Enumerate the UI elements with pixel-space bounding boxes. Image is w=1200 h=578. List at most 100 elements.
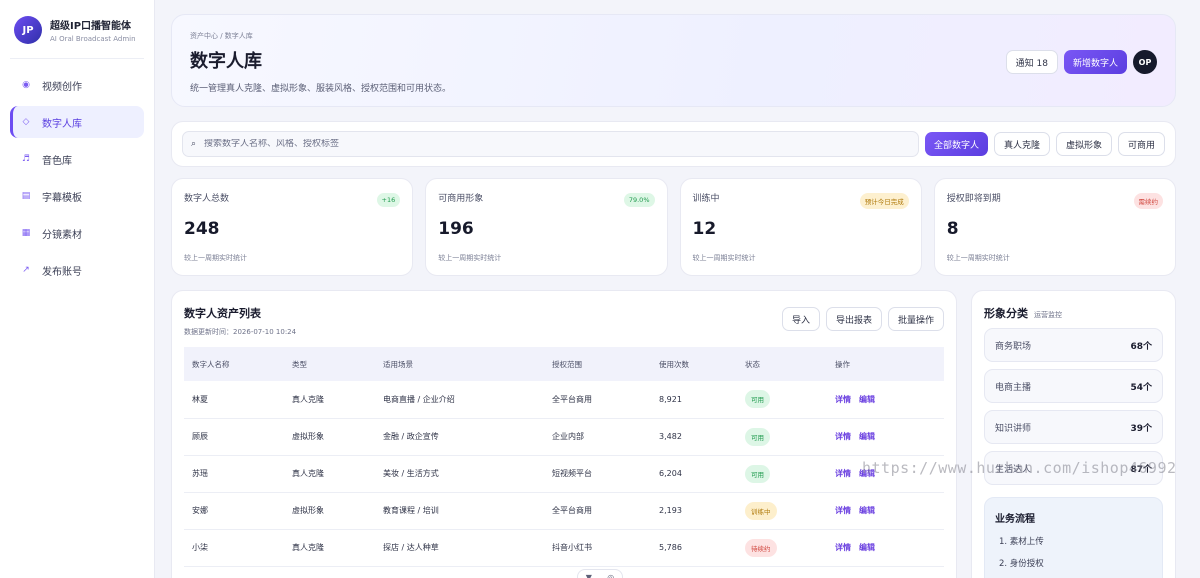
batch-operation-button[interactable]: 批量操作 [887, 307, 944, 331]
edit-link[interactable]: 编辑 [859, 432, 875, 441]
column-header-scene[interactable]: 适用场景 [375, 347, 544, 381]
stat-card-expiring: 授权即将到期 需续约 8 较上一周期实时统计 [933, 178, 1176, 276]
column-header-name[interactable]: 数字人名称 [184, 347, 284, 381]
category-name: 电商主播 [995, 382, 1032, 393]
filter-virtual-avatar[interactable]: 虚拟形象 [1055, 132, 1112, 156]
cell-name: 顾辰 [184, 418, 284, 456]
notifications-button[interactable]: 通知 18 [1005, 50, 1058, 74]
detail-link[interactable]: 详情 [835, 432, 851, 441]
status-badge: 预计今日完成 [859, 193, 909, 209]
category-item[interactable]: 生活达人 87个 [984, 451, 1163, 485]
import-button[interactable]: 导入 [781, 307, 820, 331]
edit-link[interactable]: 编辑 [859, 543, 875, 552]
stat-value: 196 [438, 219, 474, 239]
stat-value: 248 [184, 219, 220, 239]
sidebar-item-subtitle-templates[interactable]: ▤ 字幕模板 [10, 180, 144, 212]
search-box: ⌕ [182, 131, 919, 157]
workflow-title: 业务流程 [995, 514, 1035, 525]
table-header-row: 数字人名称 类型 适用场景 授权范围 使用次数 状态 操作 [184, 347, 944, 381]
sidebar-item-video-creation[interactable]: ◉ 视频创作 [10, 69, 144, 101]
workflow-panel: 业务流程 1. 素材上传 2. 身份授权 [984, 497, 1163, 578]
sidebar-item-digital-human-library[interactable]: ◇ 数字人库 [10, 106, 144, 138]
table-row[interactable]: 安娜 虚拟形象 教育课程 / 培训 全平台商用 2,193 训练中 详情 编辑 [184, 492, 944, 530]
table-row[interactable]: 顾辰 虚拟形象 金融 / 政企宣传 企业内部 3,482 可用 详情 编辑 [184, 418, 944, 456]
cell-uses: 6,204 [651, 455, 737, 493]
scroll-control: ▼ ◎ [577, 569, 623, 578]
sidebar-item-label: 发布账号 [42, 266, 82, 278]
brand-name: 超级IP口播智能体 [50, 21, 132, 32]
cell-scope: 企业内部 [544, 418, 651, 456]
sidebar-item-label: 字幕模板 [42, 192, 82, 204]
cell-scope: 全平台商用 [544, 492, 651, 530]
stat-label: 可商用形象 [438, 194, 484, 204]
grid-icon: ▦ [21, 228, 31, 238]
sidebar-item-label: 视频创作 [42, 81, 82, 93]
target-icon[interactable]: ◎ [607, 573, 614, 578]
category-panel: 形象分类 运营监控 商务职场 68个 电商主播 54个 知识讲师 39个 生活达… [971, 290, 1176, 578]
category-name: 知识讲师 [995, 423, 1032, 434]
record-icon: ◉ [22, 80, 30, 90]
cell-uses: 8,921 [651, 381, 737, 419]
filter-commercial[interactable]: 可商用 [1117, 132, 1165, 156]
column-header-scope[interactable]: 授权范围 [544, 347, 651, 381]
category-item[interactable]: 电商主播 54个 [984, 369, 1163, 403]
stat-cards: 数字人总数 +16 248 较上一周期实时统计 可商用形象 79.0% 196 … [171, 178, 1176, 276]
page-description: 统一管理真人克隆、虚拟形象、服装风格、授权范围和可用状态。 [190, 84, 452, 94]
brand-subtitle: AI Oral Broadcast Admin [50, 35, 136, 43]
cell-scope: 抖音小红书 [544, 529, 651, 567]
table-row[interactable]: 林夏 真人克隆 电商直播 / 企业介绍 全平台商用 8,921 可用 详情 编辑 [184, 381, 944, 419]
export-report-button[interactable]: 导出报表 [825, 307, 882, 331]
column-header-actions: 操作 [827, 347, 944, 381]
cell-uses: 2,193 [651, 492, 737, 530]
cell-type: 真人克隆 [284, 455, 375, 493]
asset-table: 数字人名称 类型 适用场景 授权范围 使用次数 状态 操作 林夏 真人克隆 电商… [184, 347, 944, 567]
category-count: 39个 [1130, 423, 1152, 434]
stat-value: 8 [946, 219, 959, 239]
column-header-status[interactable]: 状态 [737, 347, 827, 381]
cell-type: 虚拟形象 [284, 492, 375, 530]
add-digital-human-button[interactable]: 新增数字人 [1063, 50, 1127, 74]
status-badge: +16 [376, 193, 401, 207]
stat-label: 数字人总数 [184, 194, 230, 204]
filter-real-clone[interactable]: 真人克隆 [993, 132, 1050, 156]
column-header-uses[interactable]: 使用次数 [651, 347, 737, 381]
category-count: 54个 [1130, 382, 1152, 393]
detail-link[interactable]: 详情 [835, 395, 851, 404]
edit-link[interactable]: 编辑 [859, 506, 875, 515]
edit-link[interactable]: 编辑 [859, 469, 875, 478]
stat-value: 12 [692, 219, 717, 239]
table-row[interactable]: 苏瑶 真人克隆 美妆 / 生活方式 短视频平台 6,204 可用 详情 编辑 [184, 455, 944, 493]
search-input[interactable] [204, 139, 910, 149]
detail-link[interactable]: 详情 [835, 506, 851, 515]
sidebar-item-storyboard-assets[interactable]: ▦ 分镜素材 [10, 217, 144, 249]
status-badge: 可用 [745, 464, 770, 483]
sidebar-item-publish-accounts[interactable]: ↗ 发布账号 [10, 254, 144, 286]
detail-link[interactable]: 详情 [835, 543, 851, 552]
category-item[interactable]: 知识讲师 39个 [984, 410, 1163, 444]
cell-uses: 5,786 [651, 529, 737, 567]
avatar[interactable]: OP [1133, 50, 1157, 74]
cell-uses: 3,482 [651, 418, 737, 456]
cell-scene: 电商直播 / 企业介绍 [375, 381, 544, 419]
sidebar-item-label: 数字人库 [42, 118, 82, 130]
edit-link[interactable]: 编辑 [859, 395, 875, 404]
status-badge: 训练中 [745, 501, 777, 520]
breadcrumb[interactable]: 资产中心 / 数字人库 [190, 31, 1157, 41]
cell-name: 安娜 [184, 492, 284, 530]
category-name: 生活达人 [995, 464, 1032, 475]
stat-card-training: 训练中 预计今日完成 12 较上一周期实时统计 [679, 178, 922, 276]
header-actions: 通知 18 新增数字人 OP [1005, 50, 1157, 74]
brand: JP 超级IP口播智能体 AI Oral Broadcast Admin [10, 16, 144, 59]
subtitle-icon: ▤ [21, 191, 31, 201]
filter-all[interactable]: 全部数字人 [924, 132, 988, 156]
status-badge: 待续约 [745, 538, 777, 557]
table-row[interactable]: 小柒 真人克隆 探店 / 达人种草 抖音小红书 5,786 待续约 详情 编辑 [184, 529, 944, 567]
column-header-type[interactable]: 类型 [284, 347, 375, 381]
detail-link[interactable]: 详情 [835, 469, 851, 478]
scroll-down-icon[interactable]: ▼ [586, 573, 592, 578]
category-item[interactable]: 商务职场 68个 [984, 328, 1163, 362]
sidebar-item-voice-library[interactable]: ♬ 音色库 [10, 143, 144, 175]
sidebar-nav: ◉ 视频创作 ◇ 数字人库 ♬ 音色库 ▤ 字幕模板 ▦ 分镜素材 ↗ 发布账号 [10, 69, 144, 286]
main-content: 资产中心 / 数字人库 数字人库 统一管理真人克隆、虚拟形象、服装风格、授权范围… [171, 14, 1176, 578]
brand-logo: JP [14, 16, 42, 44]
